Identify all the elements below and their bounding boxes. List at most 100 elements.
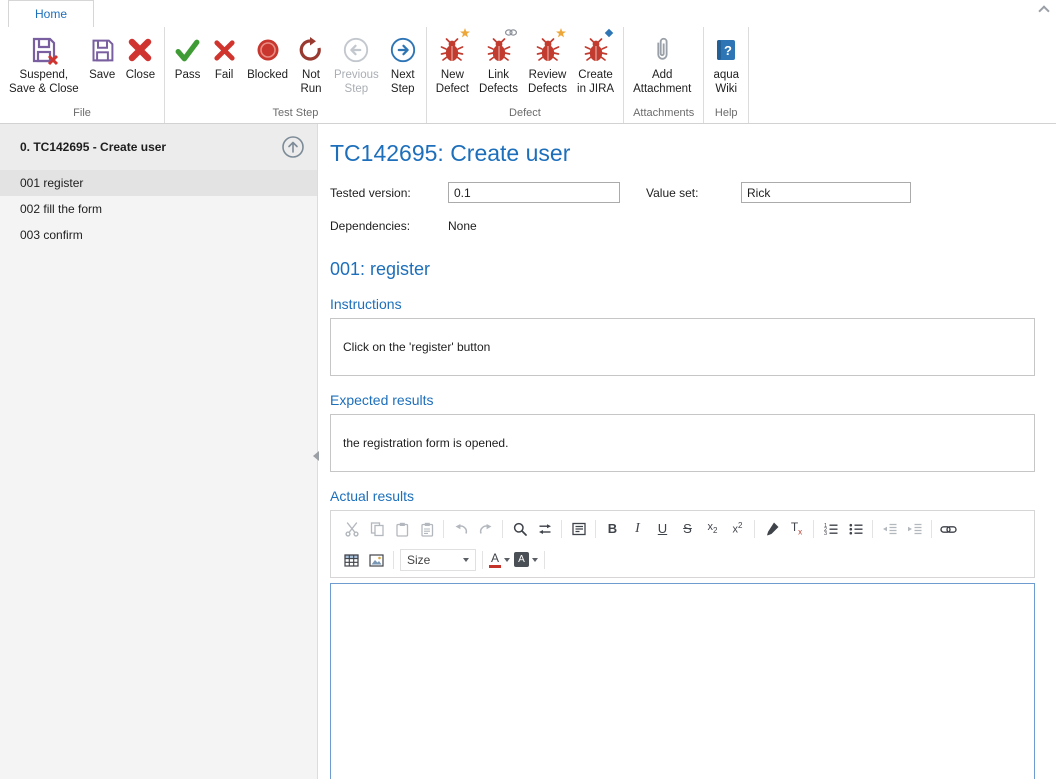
save-button[interactable]: Save [84, 29, 121, 106]
tab-home[interactable]: Home [8, 0, 94, 27]
toolbar-separator [595, 520, 596, 538]
collapse-chevron-icon[interactable] [1038, 5, 1049, 16]
star-badge-icon [460, 28, 470, 38]
floppy-icon [89, 31, 116, 69]
text-color-button[interactable]: A [487, 548, 512, 572]
toolbar-separator [482, 551, 483, 569]
test-execution-panel: TC142695: Create user Tested version: Va… [318, 124, 1056, 779]
actual-results-text-area[interactable] [330, 583, 1035, 779]
italic-button[interactable]: I [625, 517, 650, 541]
previous-step-button[interactable]: Previous Step [329, 29, 384, 106]
text-color-icon: A [489, 552, 501, 568]
next-step-button[interactable]: Next Step [384, 29, 422, 106]
pass-button[interactable]: Pass [169, 29, 206, 106]
bug-icon [535, 31, 561, 69]
copy-button[interactable] [364, 517, 389, 541]
toolbar-separator [931, 520, 932, 538]
fail-button[interactable]: Fail [206, 29, 242, 106]
sidebar-item-step-003[interactable]: 003 confirm [0, 222, 317, 248]
replace-button[interactable] [532, 517, 557, 541]
copy-formatting-button[interactable] [759, 517, 784, 541]
bold-icon: B [608, 521, 617, 536]
ribbon-group-defect: New Defect [427, 27, 624, 123]
bug-icon [583, 31, 609, 69]
link-badge-icon [505, 28, 517, 37]
sidebar-item-step-002[interactable]: 002 fill the form [0, 196, 317, 222]
toolbar-separator [754, 520, 755, 538]
link-defects-button[interactable]: Link Defects [474, 29, 523, 106]
insert-image-button[interactable] [364, 548, 389, 572]
ribbon-group-attachments: Add Attachment Attachments [624, 27, 704, 123]
button-label: Save [89, 69, 115, 83]
instructions-label: Instructions [330, 296, 1035, 312]
dependencies-value: None [448, 219, 477, 233]
dependencies-label: Dependencies: [330, 219, 448, 233]
italic-icon: I [635, 521, 640, 537]
paste-plain-text-button[interactable] [414, 517, 439, 541]
button-label: Close [126, 69, 155, 83]
button-label: Create in JIRA [577, 69, 614, 97]
add-attachment-button[interactable]: Add Attachment [628, 29, 696, 106]
undo-button[interactable] [448, 517, 473, 541]
blocked-button[interactable]: Blocked [242, 29, 293, 106]
close-button[interactable]: Close [121, 29, 160, 106]
suspend-save-close-button[interactable]: Suspend, Save & Close [4, 29, 84, 106]
close-x-icon [127, 31, 153, 69]
button-label: Review Defects [528, 69, 567, 97]
link-button[interactable] [936, 517, 961, 541]
create-in-jira-button[interactable]: Create in JIRA [572, 29, 619, 106]
chevron-down-icon [532, 558, 538, 562]
decrease-indent-button[interactable] [877, 517, 902, 541]
toolbar-separator [544, 551, 545, 569]
cut-button[interactable] [339, 517, 364, 541]
font-size-select[interactable]: Size [400, 549, 476, 571]
sidebar-header-label: 0. TC142695 - Create user [20, 140, 166, 154]
chevron-down-icon [504, 558, 510, 562]
strikethrough-icon: S [683, 521, 692, 536]
bold-button[interactable]: B [600, 517, 625, 541]
subscript-button[interactable]: x2 [700, 517, 725, 541]
ribbon-group-file: Suspend, Save & Close Save [0, 27, 165, 123]
content-area: 0. TC142695 - Create user 001 register 0… [0, 124, 1056, 779]
toolbar-separator [813, 520, 814, 538]
blocked-icon [255, 31, 281, 69]
toolbar-separator [561, 520, 562, 538]
ribbon-group-label: Defect [428, 106, 622, 123]
collapse-up-icon[interactable] [281, 135, 305, 159]
button-label: aqua Wiki [713, 69, 739, 97]
superscript-icon: x2 [733, 522, 743, 536]
numbered-list-button[interactable]: 123 [818, 517, 843, 541]
value-set-input[interactable] [741, 182, 911, 203]
actual-results-editor: B I U S x2 x2 Tx 123 [330, 510, 1035, 779]
ribbon-group-label: Attachments [625, 106, 702, 123]
sidebar-item-step-001[interactable]: 001 register [0, 170, 317, 196]
toolbar-separator [872, 520, 873, 538]
find-button[interactable] [507, 517, 532, 541]
background-color-button[interactable]: A [512, 548, 540, 572]
expected-results-box: the registration form is opened. [330, 414, 1035, 472]
review-defects-button[interactable]: Review Defects [523, 29, 572, 106]
toolbar-separator [443, 520, 444, 538]
tested-version-input[interactable] [448, 182, 620, 203]
step-heading: 001: register [330, 259, 1035, 280]
select-all-button[interactable] [566, 517, 591, 541]
diamond-badge-icon [604, 28, 614, 38]
paste-button[interactable] [389, 517, 414, 541]
underline-button[interactable]: U [650, 517, 675, 541]
strikethrough-button[interactable]: S [675, 517, 700, 541]
x-icon [212, 31, 237, 69]
aqua-wiki-button[interactable]: ? aqua Wiki [708, 29, 744, 106]
redo-button[interactable] [473, 517, 498, 541]
remove-format-button[interactable]: Tx [784, 517, 809, 541]
not-run-button[interactable]: Not Run [293, 29, 329, 106]
editor-toolbar-row-1: B I U S x2 x2 Tx 123 [339, 513, 1026, 544]
ribbon-group-label: Help [705, 106, 747, 123]
splitter-collapse-icon[interactable] [313, 451, 319, 461]
insert-table-button[interactable] [339, 548, 364, 572]
bulleted-list-button[interactable] [843, 517, 868, 541]
superscript-button[interactable]: x2 [725, 517, 750, 541]
button-label: Not Run [300, 69, 321, 97]
new-defect-button[interactable]: New Defect [431, 29, 474, 106]
increase-indent-button[interactable] [902, 517, 927, 541]
button-label: Pass [175, 69, 201, 83]
